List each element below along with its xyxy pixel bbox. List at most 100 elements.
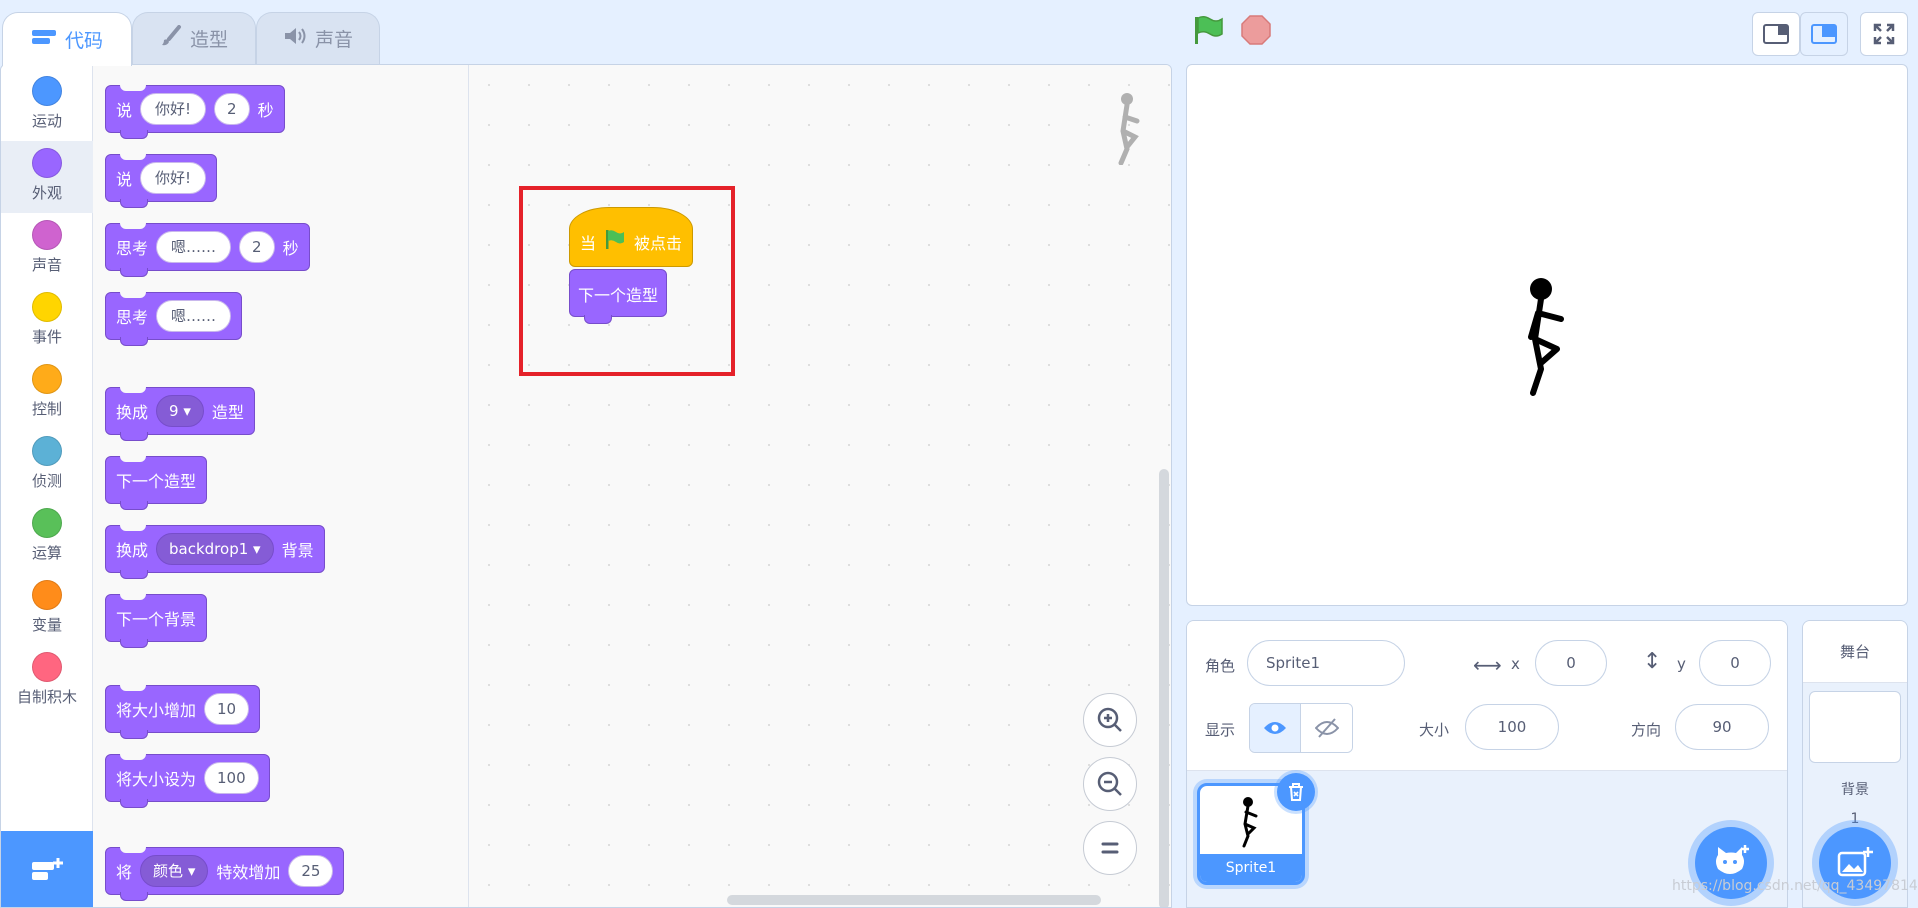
block-next-backdrop[interactable]: 下一个背景 [105, 594, 208, 648]
backdrop-thumbnail[interactable] [1809, 691, 1901, 763]
zoom-out-button[interactable] [1083, 757, 1137, 811]
category-dot [32, 364, 62, 394]
y-label: y [1677, 655, 1686, 673]
category-dot [32, 292, 62, 322]
green-flag-icon[interactable] [1192, 14, 1224, 46]
category-dot [32, 76, 62, 106]
category-sound[interactable]: 声音 [1, 213, 93, 285]
category-label: 变量 [31, 616, 62, 634]
backdrop-dropdown[interactable]: backdrop1 ▾ [156, 533, 274, 565]
tab-label: 代码 [64, 30, 103, 52]
category-dot [32, 580, 62, 610]
category-label: 运算 [31, 544, 62, 562]
small-stage-button[interactable] [1752, 12, 1800, 56]
block-input[interactable]: 嗯…… [156, 231, 232, 263]
fullscreen-icon [1873, 23, 1895, 45]
sprite-name-input[interactable]: Sprite1 [1247, 640, 1405, 686]
category-control[interactable]: 控制 [1, 357, 93, 429]
watermark: https://blog.csdn.net/qq_43497814 [1672, 878, 1918, 894]
category-motion[interactable]: 运动 [1, 69, 93, 141]
speaker-icon [283, 26, 307, 52]
stick-figure-sprite[interactable] [1521, 275, 1575, 397]
show-button[interactable] [1250, 704, 1302, 752]
block-input[interactable]: 10 [204, 693, 250, 725]
category-label: 自制积木 [16, 688, 77, 706]
image-plus-icon [1837, 847, 1873, 877]
visibility-toggle [1249, 703, 1353, 753]
horizontal-arrows-icon: ⟷ [1473, 653, 1502, 677]
sprite-tile-label: Sprite1 [1200, 854, 1302, 882]
block-text: 将 [116, 863, 133, 882]
add-extension-button[interactable] [1, 831, 93, 907]
sprite-pane: 角色 Sprite1 ⟷ x 0 ↕ y 0 显示 大小 100 方向 90 S… [1186, 620, 1788, 908]
category-label: 控制 [31, 400, 62, 418]
block-input[interactable]: 2 [239, 231, 275, 263]
block-say-for-secs[interactable]: 说 你好! 2 秒 [105, 85, 285, 139]
trash-icon [1289, 783, 1303, 801]
block-text: 思考 [116, 239, 149, 258]
category-events[interactable]: 事件 [1, 285, 93, 357]
block-palette: 说 你好! 2 秒 说 你好! 思考 嗯…… 2 秒 思考 嗯…… 换成 9 ▾… [93, 65, 469, 907]
workspace-vertical-scrollbar[interactable] [1159, 469, 1169, 907]
block-input[interactable]: 25 [288, 855, 334, 887]
category-dot [32, 220, 62, 250]
x-label: x [1511, 655, 1520, 673]
zoom-in-icon [1097, 707, 1122, 732]
sprite-name-label: 角色 [1205, 657, 1236, 675]
zoom-reset-button[interactable] [1083, 821, 1137, 875]
block-next-costume[interactable]: 下一个造型 [105, 456, 208, 510]
tab-code[interactable]: 代码 [2, 12, 132, 66]
block-change-effect[interactable]: 将 颜色 ▾ 特效增加 25 [105, 847, 345, 901]
zoom-out-icon [1097, 771, 1122, 796]
block-think-for-secs[interactable]: 思考 嗯…… 2 秒 [105, 223, 310, 277]
zoom-in-button[interactable] [1083, 693, 1137, 747]
category-looks[interactable]: 外观 [1, 141, 93, 213]
large-stage-icon [1811, 24, 1837, 44]
category-operators[interactable]: 运算 [1, 501, 93, 573]
category-my-blocks[interactable]: 自制积木 [1, 645, 93, 717]
costume-dropdown[interactable]: 9 ▾ [156, 395, 204, 427]
eye-icon [1264, 722, 1286, 734]
brush-icon [160, 24, 182, 53]
stage-selector[interactable]: 舞台 背景 1 [1802, 620, 1908, 908]
block-text: 秒 [282, 239, 299, 258]
workspace-horizontal-scrollbar[interactable] [727, 895, 1101, 905]
dropdown-value: backdrop1 [169, 540, 249, 558]
large-stage-button[interactable] [1800, 12, 1848, 56]
stage-canvas[interactable] [1186, 64, 1908, 606]
block-text: 思考 [116, 308, 149, 327]
x-input[interactable]: 0 [1535, 640, 1607, 686]
block-text: 秒 [257, 101, 274, 120]
category-sensing[interactable]: 侦测 [1, 429, 93, 501]
size-input[interactable]: 100 [1465, 704, 1559, 750]
block-change-size[interactable]: 将大小增加 10 [105, 685, 261, 739]
block-input[interactable]: 嗯…… [156, 300, 232, 332]
stop-icon[interactable] [1240, 14, 1272, 46]
delete-sprite-button[interactable] [1277, 773, 1315, 811]
category-variables[interactable]: 变量 [1, 573, 93, 645]
direction-label: 方向 [1631, 721, 1662, 739]
block-set-size[interactable]: 将大小设为 100 [105, 754, 270, 808]
category-label: 声音 [31, 256, 62, 274]
hide-button[interactable] [1301, 704, 1352, 752]
backdrop-count: 1 [1850, 811, 1860, 827]
direction-input[interactable]: 90 [1675, 704, 1769, 750]
block-text: 将大小设为 [116, 770, 197, 789]
block-input[interactable]: 100 [204, 762, 259, 794]
block-text: 将大小增加 [116, 701, 197, 720]
block-input[interactable]: 你好! [140, 93, 207, 125]
y-input[interactable]: 0 [1699, 640, 1771, 686]
block-switch-costume[interactable]: 换成 9 ▾ 造型 [105, 387, 255, 441]
block-switch-backdrop[interactable]: 换成 backdrop1 ▾ 背景 [105, 525, 325, 579]
block-text: 造型 [211, 403, 244, 422]
tab-sounds[interactable]: 声音 [256, 12, 380, 64]
tab-costumes[interactable]: 造型 [132, 12, 256, 64]
fullscreen-button[interactable] [1860, 12, 1908, 56]
block-think[interactable]: 思考 嗯…… [105, 292, 243, 346]
block-input[interactable]: 你好! [140, 162, 207, 194]
block-text: 说 [116, 101, 133, 120]
stage-title: 舞台 [1803, 621, 1907, 683]
block-say[interactable]: 说 你好! [105, 154, 218, 208]
effect-dropdown[interactable]: 颜色 ▾ [140, 855, 209, 887]
block-input[interactable]: 2 [214, 93, 250, 125]
